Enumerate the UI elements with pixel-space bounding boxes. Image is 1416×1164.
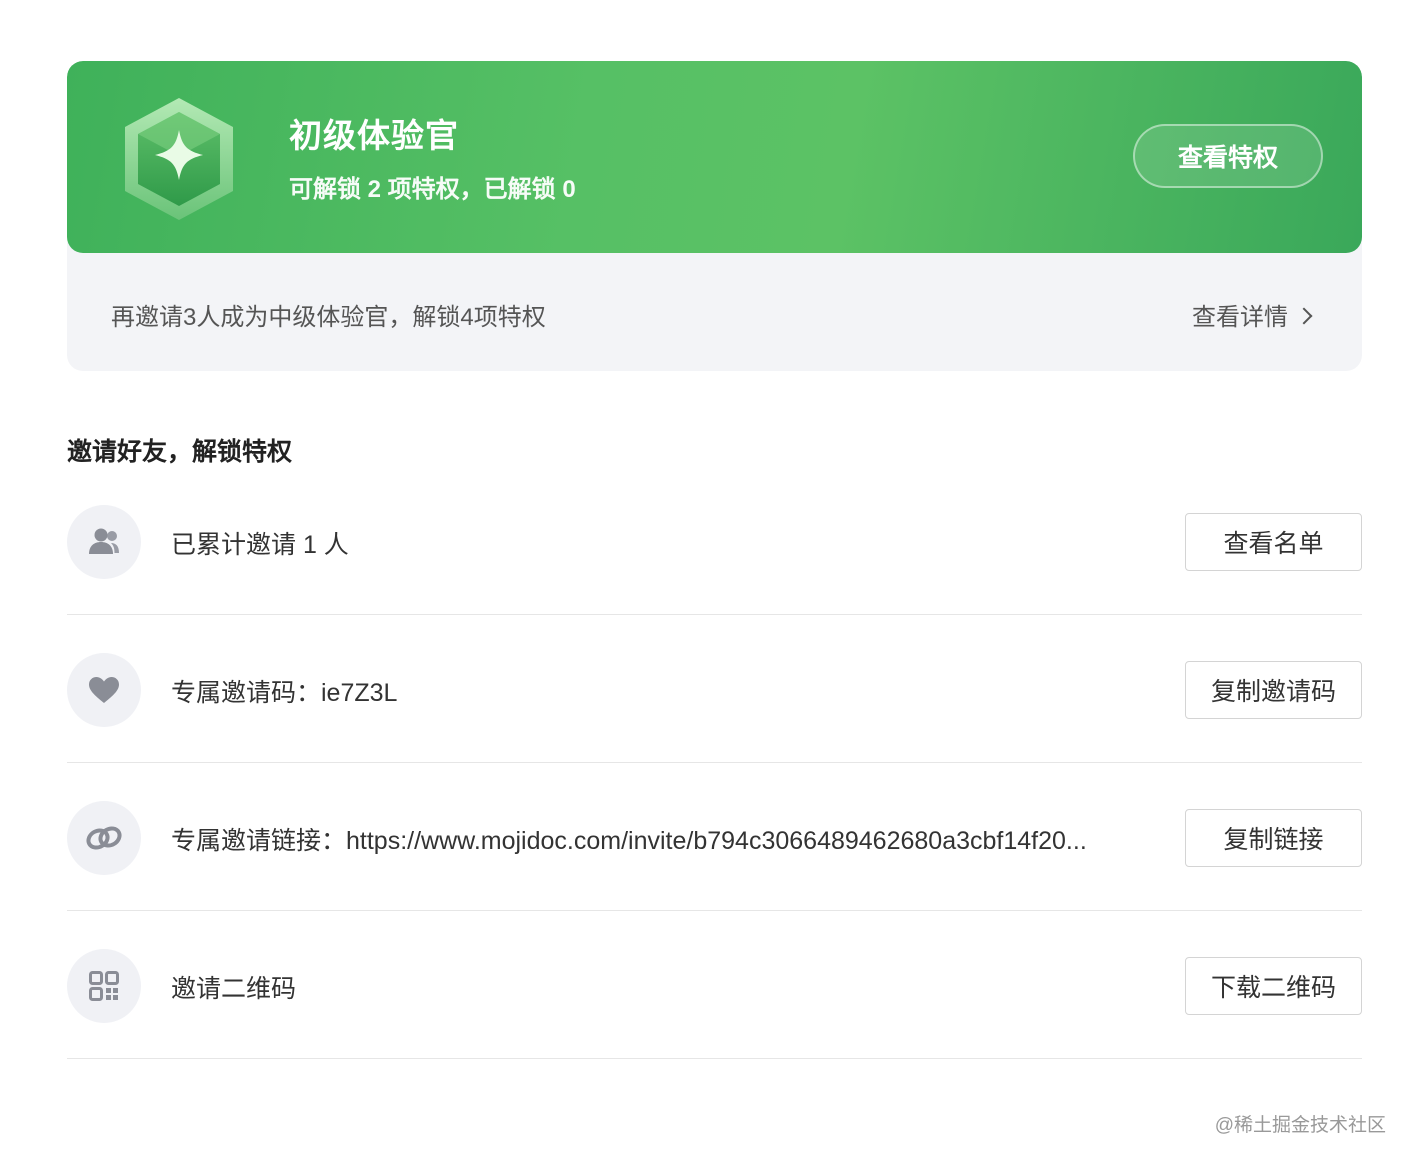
view-privileges-button[interactable]: 查看特权	[1133, 124, 1323, 188]
invite-code-text: 专属邀请码：ie7Z3L	[171, 679, 398, 707]
invite-link-row: 专属邀请链接：https://www.mojidoc.com/invite/b7…	[67, 763, 1362, 911]
download-qrcode-button[interactable]: 下载二维码	[1185, 957, 1362, 1015]
invite-count-text: 已累计邀请 1 人	[171, 531, 349, 559]
level-banner: 初级体验官 可解锁 2 项特权，已解锁 0 查看特权	[67, 61, 1362, 253]
qrcode-icon	[67, 949, 141, 1023]
watermark: @稀土掘金技术社区	[1214, 1115, 1386, 1136]
level-subtitle: 可解锁 2 项特权，已解锁 0	[289, 176, 576, 203]
chevron-right-icon	[1295, 307, 1313, 324]
view-details-label: 查看详情	[1192, 304, 1288, 331]
invite-qrcode-row: 邀请二维码 下载二维码	[67, 911, 1362, 1059]
invite-count-row: 已累计邀请 1 人 查看名单	[67, 467, 1362, 615]
invite-qrcode-text: 邀请二维码	[171, 975, 297, 1003]
link-icon	[67, 801, 141, 875]
level-footer: 再邀请3人成为中级体验官，解锁4项特权 查看详情	[67, 253, 1362, 371]
level-card: 初级体验官 可解锁 2 项特权，已解锁 0 查看特权 再邀请3人成为中级体验官，…	[67, 61, 1362, 371]
upgrade-hint: 再邀请3人成为中级体验官，解锁4项特权	[111, 304, 546, 331]
level-title: 初级体验官	[289, 117, 459, 154]
level-card-wrapper: 初级体验官 可解锁 2 项特权，已解锁 0 查看特权 再邀请3人成为中级体验官，…	[67, 61, 1362, 371]
invite-link-text: 专属邀请链接：https://www.mojidoc.com/invite/b7…	[171, 827, 1087, 855]
copy-invite-code-button[interactable]: 复制邀请码	[1185, 661, 1362, 719]
heart-icon	[67, 653, 141, 727]
users-icon	[67, 505, 141, 579]
view-details-link[interactable]: 查看详情	[1192, 297, 1313, 332]
invite-code-row: 专属邀请码：ie7Z3L 复制邀请码	[67, 615, 1362, 763]
invite-section-title: 邀请好友，解锁特权	[67, 438, 293, 466]
level-badge-icon	[125, 98, 233, 220]
view-list-button[interactable]: 查看名单	[1185, 513, 1362, 571]
copy-link-button[interactable]: 复制链接	[1185, 809, 1362, 867]
